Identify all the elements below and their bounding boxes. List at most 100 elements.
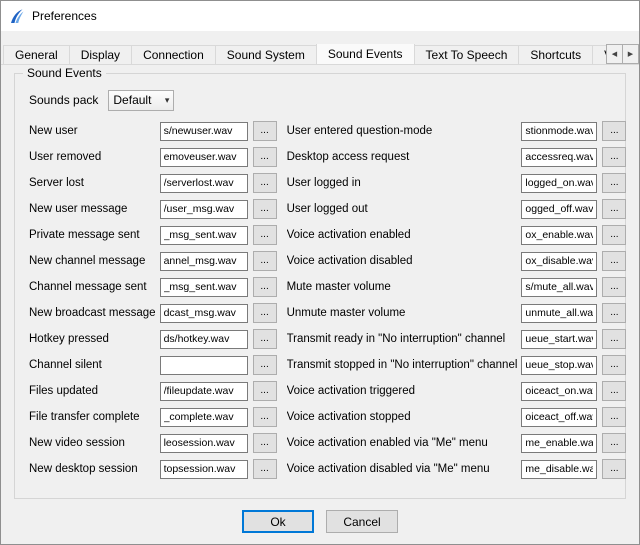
- browse-button[interactable]: ...: [253, 121, 277, 141]
- sound-file-input[interactable]: [160, 304, 248, 323]
- sound-event-label: New user: [29, 125, 160, 137]
- sound-file-input[interactable]: [160, 200, 248, 219]
- preferences-dialog: Preferences General Display Connection S…: [0, 0, 640, 545]
- sound-file-input[interactable]: [160, 408, 248, 427]
- sound-file-input[interactable]: [160, 460, 248, 479]
- browse-button[interactable]: ...: [602, 251, 626, 271]
- browse-button[interactable]: ...: [253, 303, 277, 323]
- browse-button[interactable]: ...: [602, 277, 626, 297]
- sound-file-input[interactable]: [160, 382, 248, 401]
- browse-button[interactable]: ...: [253, 225, 277, 245]
- sound-file-input[interactable]: [160, 278, 248, 297]
- sound-file-input[interactable]: [521, 460, 597, 479]
- browse-button[interactable]: ...: [602, 355, 626, 375]
- sound-file-input[interactable]: [521, 226, 597, 245]
- browse-button[interactable]: ...: [602, 407, 626, 427]
- sound-event-row: User logged in ...: [287, 170, 627, 196]
- scroll-left-icon: ◀: [612, 50, 617, 58]
- tab-scroll-left-button[interactable]: ◀: [606, 44, 623, 64]
- browse-button[interactable]: ...: [602, 433, 626, 453]
- sound-event-label: Voice activation disabled via "Me" menu: [287, 463, 522, 475]
- sound-file-input[interactable]: [521, 434, 597, 453]
- browse-button[interactable]: ...: [602, 173, 626, 193]
- sound-file-input[interactable]: [160, 122, 248, 141]
- sound-file-input[interactable]: [521, 304, 597, 323]
- dialog-button-row: Ok Cancel: [1, 510, 639, 533]
- sound-file-input[interactable]: [160, 356, 248, 375]
- sound-file-input[interactable]: [160, 226, 248, 245]
- browse-button[interactable]: ...: [602, 303, 626, 323]
- browse-button[interactable]: ...: [253, 407, 277, 427]
- tab-display[interactable]: Display: [69, 45, 132, 64]
- browse-button[interactable]: ...: [602, 199, 626, 219]
- sound-event-row: File transfer complete ...: [29, 404, 277, 430]
- sound-file-input[interactable]: [160, 434, 248, 453]
- sound-event-label: Server lost: [29, 177, 160, 189]
- sound-event-row: New channel message ...: [29, 248, 277, 274]
- sound-file-input[interactable]: [160, 148, 248, 167]
- sound-events-left-column: New user ... User removed ... Server los…: [29, 118, 277, 482]
- sound-file-input[interactable]: [160, 330, 248, 349]
- browse-button[interactable]: ...: [253, 173, 277, 193]
- tab-sound-events[interactable]: Sound Events: [316, 44, 415, 64]
- window-title: Preferences: [32, 9, 97, 23]
- sound-event-label: Voice activation disabled: [287, 255, 522, 267]
- browse-button[interactable]: ...: [602, 121, 626, 141]
- cancel-button[interactable]: Cancel: [326, 510, 398, 533]
- sound-event-row: Desktop access request ...: [287, 144, 627, 170]
- ok-button[interactable]: Ok: [242, 510, 314, 533]
- sound-file-input[interactable]: [521, 122, 597, 141]
- tab-text-to-speech[interactable]: Text To Speech: [414, 45, 520, 64]
- browse-button[interactable]: ...: [602, 459, 626, 479]
- sound-event-row: Transmit stopped in "No interruption" ch…: [287, 352, 627, 378]
- sound-event-label: User entered question-mode: [287, 125, 522, 137]
- sound-file-input[interactable]: [160, 252, 248, 271]
- sound-file-input[interactable]: [521, 174, 597, 193]
- browse-button[interactable]: ...: [253, 251, 277, 271]
- sound-file-input[interactable]: [521, 278, 597, 297]
- browse-button[interactable]: ...: [253, 199, 277, 219]
- browse-button[interactable]: ...: [253, 459, 277, 479]
- browse-button[interactable]: ...: [253, 433, 277, 453]
- sound-event-label: Channel silent: [29, 359, 160, 371]
- title-bar[interactable]: Preferences: [1, 1, 639, 31]
- sound-event-row: Transmit ready in "No interruption" chan…: [287, 326, 627, 352]
- sound-file-input[interactable]: [521, 330, 597, 349]
- sound-event-label: User logged out: [287, 203, 522, 215]
- sound-event-label: Hotkey pressed: [29, 333, 160, 345]
- sound-file-input[interactable]: [521, 252, 597, 271]
- browse-button[interactable]: ...: [253, 355, 277, 375]
- browse-button[interactable]: ...: [253, 381, 277, 401]
- tab-shortcuts[interactable]: Shortcuts: [518, 45, 593, 64]
- sound-event-row: Server lost ...: [29, 170, 277, 196]
- sound-file-input[interactable]: [521, 382, 597, 401]
- browse-button[interactable]: ...: [253, 147, 277, 167]
- sound-event-row: New user ...: [29, 118, 277, 144]
- sound-file-input[interactable]: [160, 174, 248, 193]
- browse-button[interactable]: ...: [602, 225, 626, 245]
- sound-file-input[interactable]: [521, 356, 597, 375]
- app-logo-icon: [8, 8, 25, 25]
- tab-connection[interactable]: Connection: [131, 45, 216, 64]
- browse-button[interactable]: ...: [253, 329, 277, 349]
- sound-event-label: Private message sent: [29, 229, 160, 241]
- sound-event-row: Unmute master volume ...: [287, 300, 627, 326]
- tab-sound-system[interactable]: Sound System: [215, 45, 317, 64]
- sound-event-row: User removed ...: [29, 144, 277, 170]
- sound-file-input[interactable]: [521, 200, 597, 219]
- tab-scroll-right-button[interactable]: ▶: [622, 44, 639, 64]
- sound-event-label: New desktop session: [29, 463, 160, 475]
- sound-file-input[interactable]: [521, 148, 597, 167]
- sound-event-label: Desktop access request: [287, 151, 522, 163]
- browse-button[interactable]: ...: [602, 147, 626, 167]
- browse-button[interactable]: ...: [602, 381, 626, 401]
- sound-events-group: Sound Events Sounds pack Default ▾ New u…: [14, 73, 626, 499]
- sound-event-label: Transmit ready in "No interruption" chan…: [287, 333, 522, 345]
- browse-button[interactable]: ...: [602, 329, 626, 349]
- sounds-pack-select[interactable]: Default ▾: [108, 90, 174, 111]
- tab-general[interactable]: General: [3, 45, 70, 64]
- sound-file-input[interactable]: [521, 408, 597, 427]
- sound-event-label: Channel message sent: [29, 281, 160, 293]
- browse-button[interactable]: ...: [253, 277, 277, 297]
- sound-event-row: New user message ...: [29, 196, 277, 222]
